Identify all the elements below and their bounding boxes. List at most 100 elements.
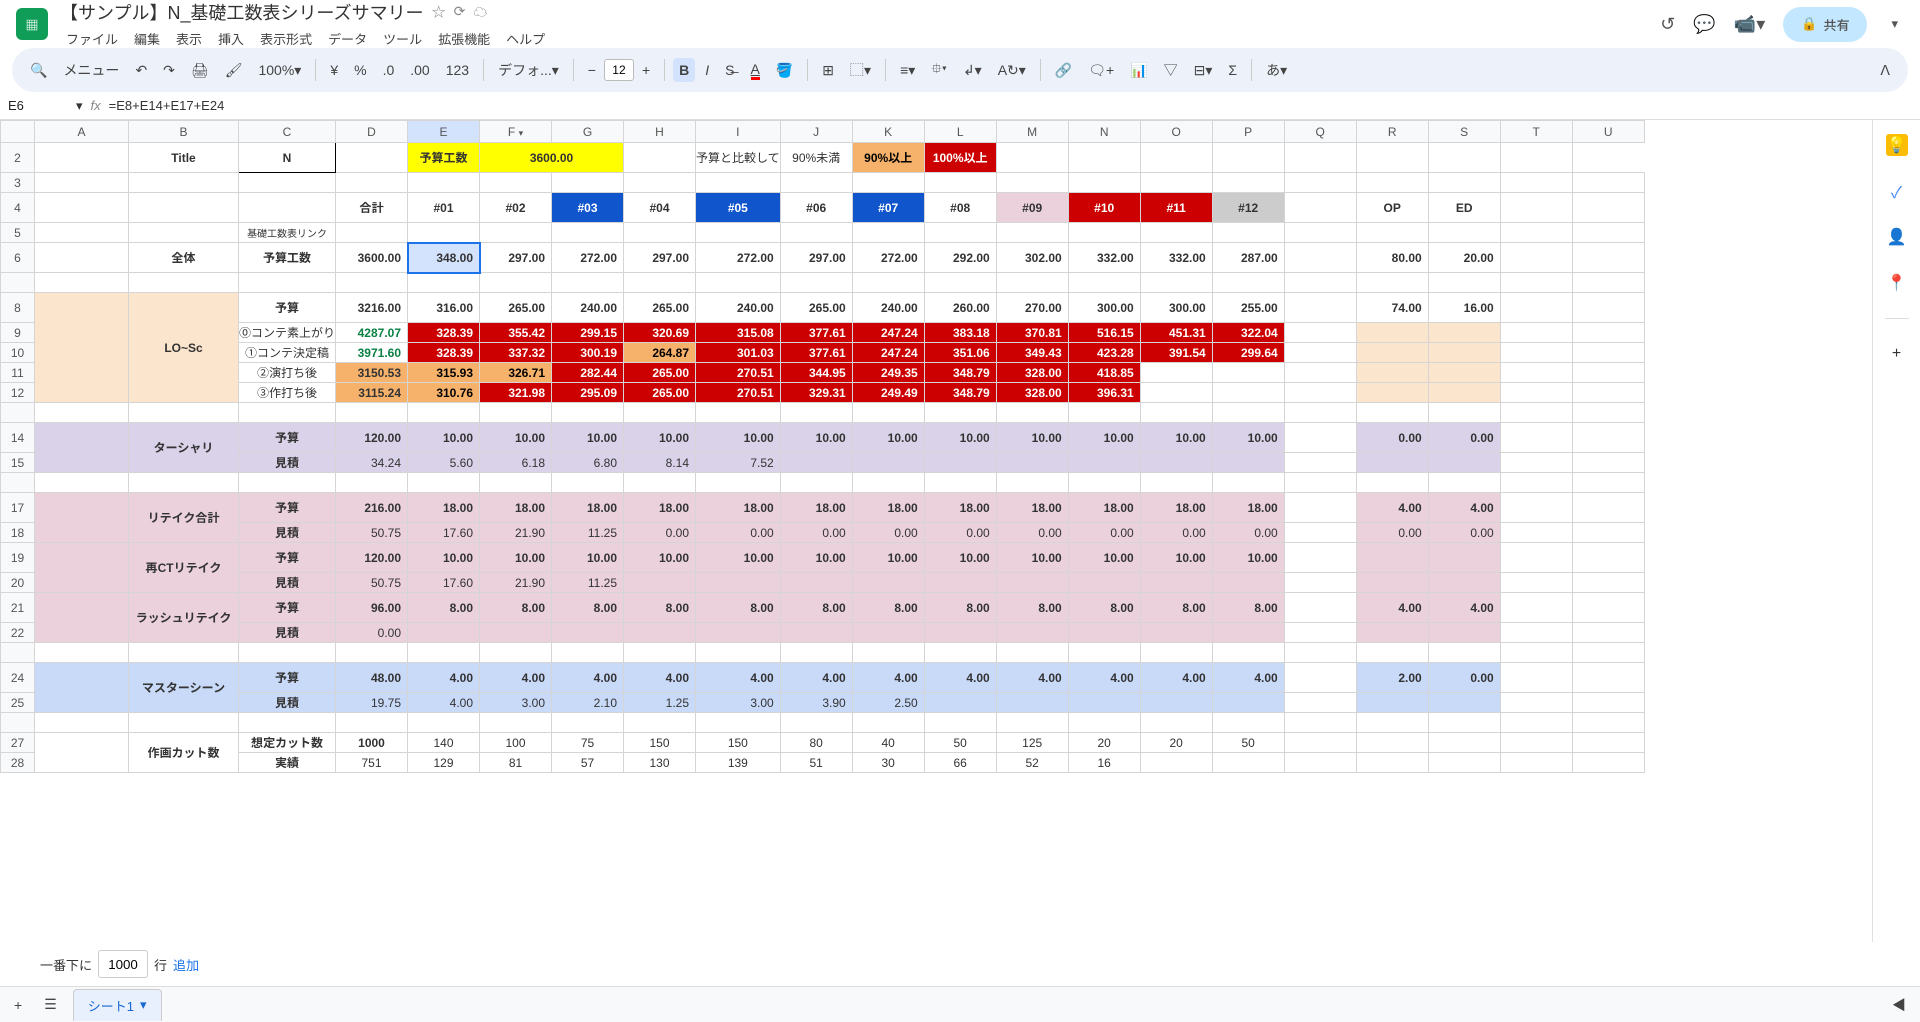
col-hdr-R[interactable]: R bbox=[1356, 121, 1428, 143]
row-hdr-9[interactable]: 9 bbox=[1, 323, 35, 343]
row-hdr-10[interactable]: 10 bbox=[1, 343, 35, 363]
history-icon[interactable]: ↺ bbox=[1660, 14, 1675, 35]
valign-icon[interactable]: ⯐▾ bbox=[925, 54, 953, 86]
menu-view[interactable]: 表示 bbox=[170, 27, 208, 50]
menu-help[interactable]: ヘルプ bbox=[500, 27, 551, 50]
row-hdr-18[interactable]: 18 bbox=[1, 523, 35, 543]
move-icon[interactable]: ⟳ bbox=[454, 3, 466, 20]
row-hdr-5[interactable]: 5 bbox=[1, 223, 35, 243]
col-hdr-K[interactable]: K bbox=[852, 121, 924, 143]
formula-bar[interactable] bbox=[109, 98, 1912, 113]
addrows-link[interactable]: 追加 bbox=[173, 955, 199, 974]
menu-file[interactable]: ファイル bbox=[60, 27, 124, 50]
dec-increase-icon[interactable]: .00 bbox=[404, 58, 435, 82]
row-hdr-25[interactable]: 25 bbox=[1, 693, 35, 713]
row-hdr-14[interactable]: 14 bbox=[1, 423, 35, 453]
col-hdr-Q[interactable]: Q bbox=[1284, 121, 1356, 143]
menu-format[interactable]: 表示形式 bbox=[254, 27, 318, 50]
zoom-select[interactable]: 100% ▾ bbox=[252, 58, 307, 83]
grid[interactable]: ABCDEF ▾GHIJKLMNOPQRSTU2TitleN予算工数3600.0… bbox=[0, 120, 1872, 942]
redo-icon[interactable]: ↷ bbox=[157, 58, 181, 83]
row-hdr-22[interactable]: 22 bbox=[1, 623, 35, 643]
sheets-logo[interactable]: ▦ bbox=[16, 8, 48, 40]
col-hdr-I[interactable]: I bbox=[696, 121, 781, 143]
halign-icon[interactable]: ≡▾ bbox=[894, 58, 921, 83]
fontsize-dec[interactable]: − bbox=[582, 58, 602, 82]
add-addon-icon[interactable]: + bbox=[1886, 343, 1908, 365]
percent-icon[interactable]: % bbox=[348, 58, 372, 82]
menu-tools[interactable]: ツール bbox=[377, 27, 428, 50]
add-sheet-icon[interactable]: + bbox=[8, 993, 28, 1017]
font-select[interactable]: デフォ... ▾ bbox=[492, 56, 565, 84]
row-hdr-24[interactable]: 24 bbox=[1, 663, 35, 693]
all-sheets-icon[interactable]: ☰ bbox=[38, 992, 63, 1017]
col-hdr-N[interactable]: N bbox=[1068, 121, 1140, 143]
col-hdr-J[interactable]: J bbox=[780, 121, 852, 143]
col-hdr-C[interactable]: C bbox=[239, 121, 336, 143]
row-hdr-3[interactable]: 3 bbox=[1, 173, 35, 193]
row-hdr-15[interactable]: 15 bbox=[1, 453, 35, 473]
col-hdr-A[interactable]: A bbox=[35, 121, 129, 143]
name-box[interactable] bbox=[8, 98, 68, 113]
maps-icon[interactable]: 📍 bbox=[1886, 272, 1908, 294]
col-hdr-F[interactable]: F ▾ bbox=[480, 121, 552, 143]
star-icon[interactable]: ☆ bbox=[432, 2, 446, 22]
contacts-icon[interactable]: 👤 bbox=[1886, 226, 1908, 248]
col-hdr-S[interactable]: S bbox=[1428, 121, 1500, 143]
menu-data[interactable]: データ bbox=[322, 27, 373, 50]
row-hdr-8[interactable]: 8 bbox=[1, 293, 35, 323]
col-hdr-M[interactable]: M bbox=[996, 121, 1068, 143]
col-hdr-D[interactable]: D bbox=[336, 121, 408, 143]
strike-icon[interactable]: S̶ bbox=[719, 58, 740, 82]
meet-icon[interactable]: 📹▾ bbox=[1734, 14, 1765, 35]
col-hdr-U[interactable]: U bbox=[1572, 121, 1644, 143]
row-hdr-20[interactable]: 20 bbox=[1, 573, 35, 593]
add-comment-icon[interactable]: 🗨+ bbox=[1082, 58, 1120, 83]
row-hdr-4[interactable]: 4 bbox=[1, 193, 35, 223]
addrows-input[interactable] bbox=[98, 950, 148, 978]
row-hdr-11[interactable]: 11 bbox=[1, 363, 35, 383]
menu-edit[interactable]: 編集 bbox=[128, 27, 166, 50]
wrap-icon[interactable]: ↲▾ bbox=[957, 58, 988, 83]
fontsize-inc[interactable]: + bbox=[636, 58, 656, 82]
fill-color-icon[interactable]: 🪣 bbox=[770, 58, 799, 83]
menus-btn[interactable]: メニュー bbox=[57, 56, 125, 84]
currency-icon[interactable]: ¥ bbox=[324, 58, 344, 82]
col-hdr-T[interactable]: T bbox=[1500, 121, 1572, 143]
row-hdr-12[interactable]: 12 bbox=[1, 383, 35, 403]
filter-views-icon[interactable]: ⊟▾ bbox=[1188, 58, 1219, 83]
col-hdr-G[interactable]: G bbox=[552, 121, 624, 143]
undo-icon[interactable]: ↶ bbox=[129, 58, 153, 83]
col-hdr-H[interactable]: H bbox=[624, 121, 696, 143]
expand-icon[interactable]: ᐱ bbox=[1874, 58, 1896, 83]
bold-icon[interactable]: B bbox=[673, 58, 695, 82]
functions-icon[interactable]: Σ bbox=[1222, 58, 1243, 82]
italic-icon[interactable]: I bbox=[699, 58, 715, 82]
print-icon[interactable]: 🖨 bbox=[185, 58, 215, 83]
keep-icon[interactable]: 💡 bbox=[1886, 134, 1908, 156]
col-hdr-P[interactable]: P bbox=[1212, 121, 1284, 143]
namebox-caret[interactable]: ▾ bbox=[76, 98, 83, 114]
borders-icon[interactable]: ⊞ bbox=[816, 58, 840, 83]
comment-icon[interactable]: 💬 bbox=[1693, 14, 1715, 35]
filter-icon[interactable]: ▽ bbox=[1158, 56, 1184, 84]
col-hdr-E[interactable]: E bbox=[408, 121, 480, 143]
rotate-icon[interactable]: A↻▾ bbox=[992, 58, 1032, 83]
sheet-tab[interactable]: シート1 ▾ bbox=[73, 989, 162, 1021]
insert-chart-icon[interactable]: 📊 bbox=[1124, 58, 1153, 83]
dec-decrease-icon[interactable]: .0 bbox=[377, 58, 401, 82]
col-hdr-L[interactable]: L bbox=[924, 121, 996, 143]
cloud-icon[interactable]: ☁ bbox=[473, 2, 487, 22]
menu-ext[interactable]: 拡張機能 bbox=[432, 27, 496, 50]
share-button[interactable]: 🔒 共有 bbox=[1783, 7, 1867, 42]
doc-title[interactable]: 【サンプル】N_基礎工数表シリーズサマリー bbox=[60, 0, 424, 25]
row-hdr-28[interactable]: 28 bbox=[1, 753, 35, 773]
row-hdr-2[interactable]: 2 bbox=[1, 143, 35, 173]
text-color-icon[interactable]: A bbox=[745, 57, 766, 84]
link-icon[interactable]: 🔗 bbox=[1049, 58, 1078, 83]
merge-icon[interactable]: ⬚▾ bbox=[844, 56, 877, 84]
search-icon[interactable]: 🔍 bbox=[24, 58, 53, 83]
row-hdr-17[interactable]: 17 bbox=[1, 493, 35, 523]
row-hdr-6[interactable]: 6 bbox=[1, 243, 35, 273]
tasks-icon[interactable]: ✓ bbox=[1886, 180, 1908, 202]
